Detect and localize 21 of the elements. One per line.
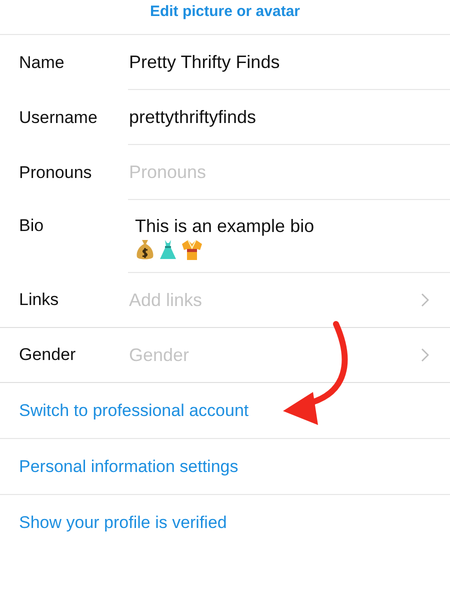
edit-picture-link[interactable]: Edit picture or avatar <box>150 2 300 20</box>
field-value[interactable]: Pretty Thrifty Finds <box>129 52 450 73</box>
field-label: Gender <box>19 345 77 365</box>
chevron-icon <box>421 348 429 362</box>
field-label: Username <box>19 108 98 128</box>
dress-icon <box>158 239 178 261</box>
field-placeholder[interactable]: Gender <box>129 344 421 366</box>
field-value[interactable]: prettythriftyfinds <box>129 107 450 128</box>
field-label: Name <box>19 52 66 72</box>
field-label: Bio <box>19 216 45 236</box>
settings-link[interactable]: Switch to professional account <box>19 400 249 420</box>
settings-link[interactable]: Personal information settings <box>19 456 238 476</box>
kimono-icon <box>181 239 203 261</box>
field-placeholder[interactable]: Add links <box>129 290 421 310</box>
field-value[interactable]: This is an example bio <box>135 216 450 237</box>
money-bag-icon <box>135 239 155 261</box>
chevron-icon <box>421 293 429 307</box>
field-placeholder[interactable]: Pronouns <box>129 162 450 183</box>
field-label: Pronouns <box>19 162 93 182</box>
settings-link[interactable]: Show your profile is verified <box>19 513 227 533</box>
field-label: Links <box>19 290 60 310</box>
